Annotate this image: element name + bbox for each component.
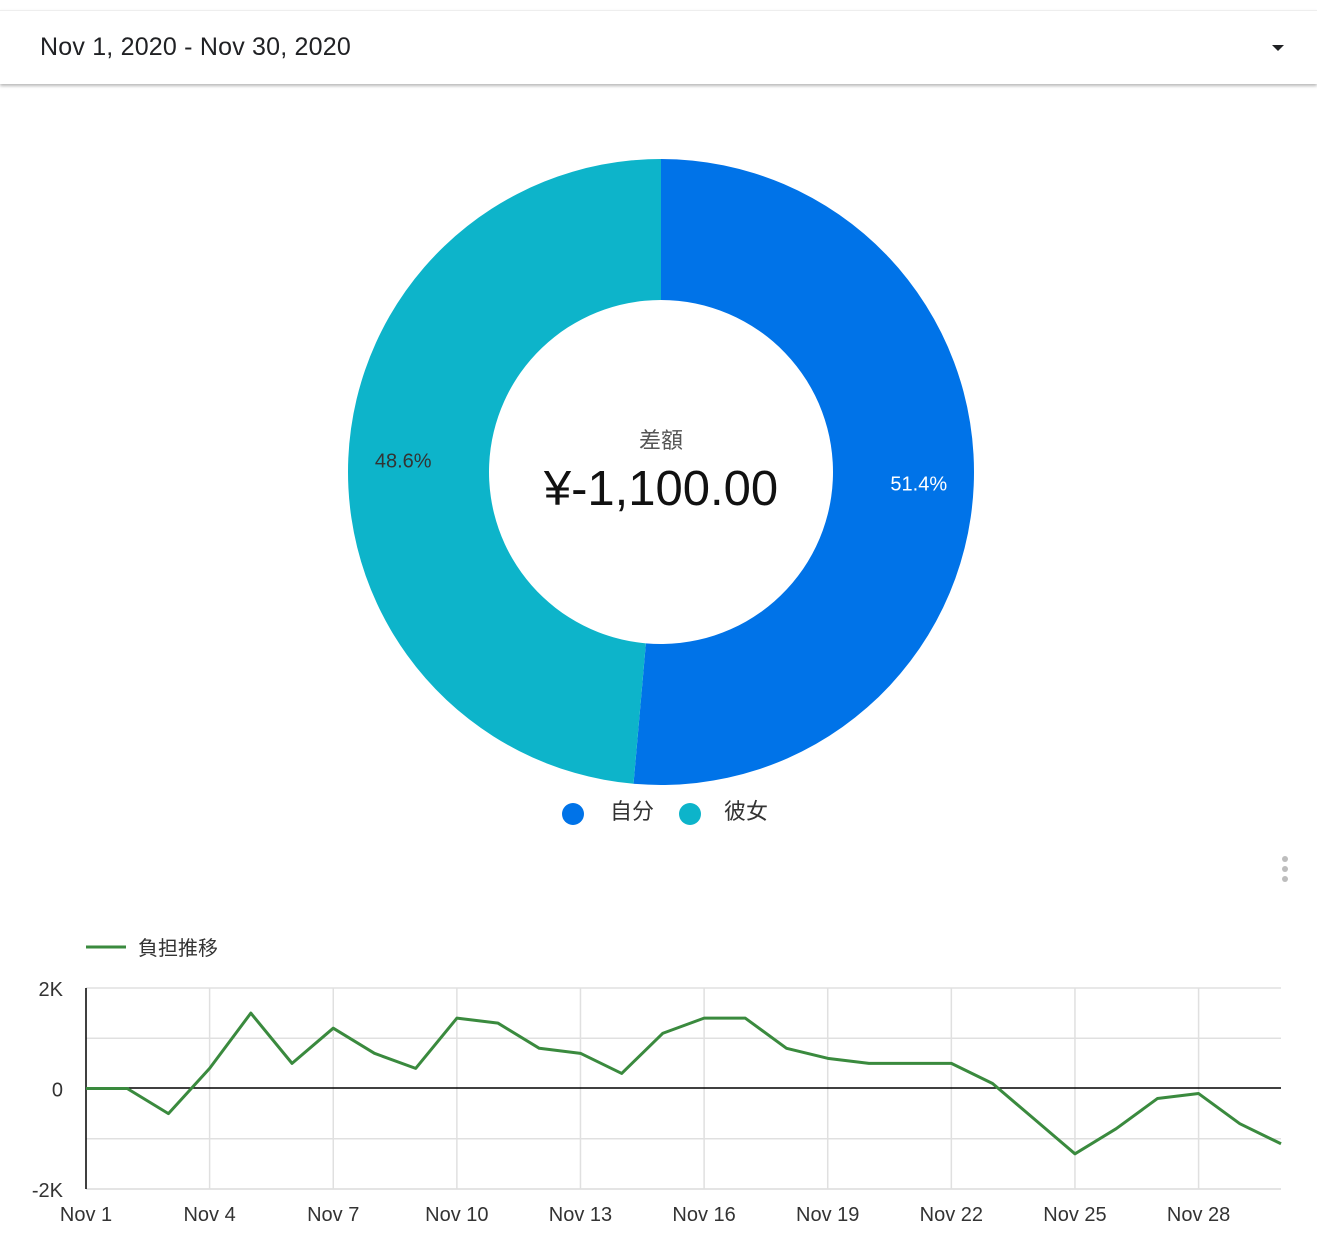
line-chart: Nov 1 Nov 4 Nov 7 Nov 10 Nov 13 Nov 16 Nov 19 N… [32, 937, 1282, 1226]
x-tick-label: Nov 22 [920, 1204, 983, 1226]
y-tick-label: 0 [52, 1080, 63, 1102]
y-tick-label: -2K [32, 1180, 64, 1202]
x-tick-label: Nov 16 [672, 1204, 735, 1226]
x-tick-label: Nov 4 [183, 1204, 235, 1226]
y-tick-label: 2K [39, 979, 64, 1001]
more-vert-icon[interactable] [1279, 856, 1291, 882]
series-line-futan-suii[interactable] [86, 1011, 1282, 1156]
charts-canvas: 51.4% 48.6% 差額 ¥-1,100.00 自分 彼女 Nov 1 Nov… [32, 159, 1282, 1226]
x-tick-label: Nov 13 [549, 1204, 612, 1226]
x-axis-ticks: Nov 1 Nov 4 Nov 7 Nov 10 Nov 13 Nov 16 Nov 19 N… [60, 1204, 1230, 1226]
legend-label-jibun: 自分 [610, 799, 654, 824]
x-tick-label: Nov 19 [796, 1204, 859, 1226]
donut-legend: 自分 彼女 [562, 799, 768, 825]
legend-dot-jibun [562, 803, 584, 825]
legend-label-kanojo: 彼女 [724, 799, 768, 824]
x-tick-label: Nov 25 [1043, 1204, 1106, 1226]
x-tick-label: Nov 28 [1167, 1204, 1230, 1226]
x-tick-label: Nov 7 [307, 1204, 359, 1226]
donut-chart: 51.4% 48.6% 差額 ¥-1,100.00 [348, 159, 975, 786]
donut-center-label: 差額 [639, 428, 683, 453]
slice-label-jibun: 51.4% [890, 473, 947, 495]
x-tick-label: Nov 10 [425, 1204, 488, 1226]
donut-center-value: ¥-1,100.00 [543, 462, 778, 516]
y-axis-ticks: 2K 0 -2K [32, 979, 64, 1202]
line-legend-label: 負担推移 [138, 937, 218, 960]
legend-dot-kanojo [679, 803, 701, 825]
slice-label-kanojo: 48.6% [375, 451, 432, 473]
x-tick-label: Nov 1 [60, 1204, 112, 1226]
